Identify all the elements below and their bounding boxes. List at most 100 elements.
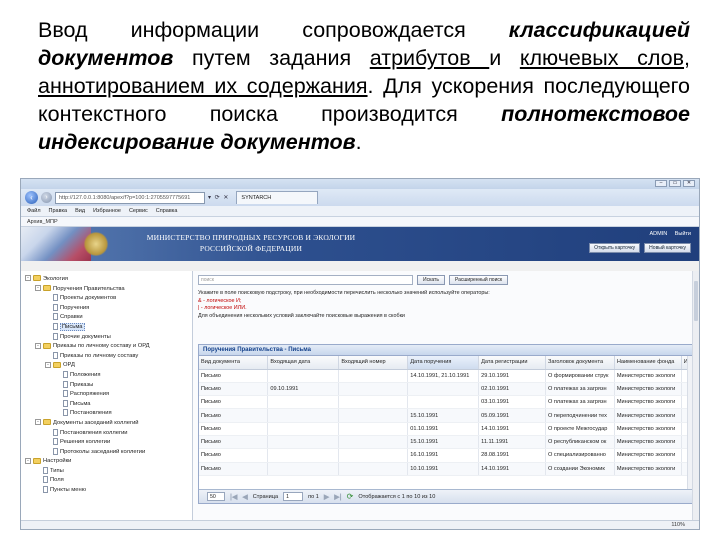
column-header[interactable]: Входящая дата: [267, 356, 340, 370]
table-row[interactable]: Письмо 15.10.1991 05.09.1991 О переподчинен…: [199, 408, 695, 423]
collapse-toggle-icon[interactable]: -: [35, 285, 41, 292]
document-icon: [53, 447, 58, 455]
favorite-link[interactable]: Архив_МПР: [27, 219, 58, 225]
refresh-icon[interactable]: ⟳: [347, 492, 354, 501]
tree-item[interactable]: Прочие документы: [23, 332, 190, 343]
menu-edit[interactable]: Правка: [49, 208, 68, 214]
tree-item[interactable]: - Поручения Правительства: [23, 285, 190, 295]
next-page-icon[interactable]: ▶: [324, 493, 329, 501]
new-card-button[interactable]: Новый карточку: [644, 243, 691, 253]
scroll-thumb[interactable]: [694, 281, 698, 321]
tree-item[interactable]: - Приказы по личному составу и ОРД: [23, 342, 190, 352]
table-row[interactable]: Письмо 10.10.1991 14.10.1991 О создании Эко…: [199, 462, 695, 476]
tree-item[interactable]: Письма: [23, 322, 190, 333]
back-button[interactable]: ‹: [25, 191, 38, 204]
tree-item[interactable]: - Документы заседаний коллегий: [23, 419, 190, 429]
minimize-button[interactable]: –: [655, 180, 667, 187]
tree-item[interactable]: Решения коллегии: [23, 438, 190, 448]
table-cell: [338, 435, 409, 450]
prev-page-icon[interactable]: ◀: [242, 493, 247, 501]
folder-icon: [43, 342, 51, 349]
last-page-icon[interactable]: ▶|: [334, 493, 341, 501]
collapse-toggle-icon[interactable]: -: [35, 342, 41, 349]
logout-link[interactable]: Выйти: [675, 231, 691, 237]
tree-item[interactable]: Пункты меню: [23, 486, 190, 496]
table-row[interactable]: Письмо 09.10.1991 02.10.1991 О платежах за …: [199, 382, 695, 397]
menu-favorites[interactable]: Избранное: [93, 208, 121, 214]
table-row[interactable]: Письмо 01.10.1991 14.10.1991 О проекте Межг…: [199, 422, 695, 436]
table-cell: Министерство экологи: [614, 462, 682, 476]
tree-item[interactable]: Постановления: [23, 409, 190, 419]
table-cell: Письмо: [199, 422, 269, 436]
zoom-level[interactable]: 110%: [671, 522, 685, 528]
tree-item[interactable]: - Настройки: [23, 457, 190, 467]
forward-button[interactable]: ›: [41, 192, 52, 203]
collapse-toggle-icon[interactable]: -: [35, 419, 41, 426]
page-size-select[interactable]: 50: [207, 492, 225, 501]
site-banner: МИНИСТЕРСТВО ПРИРОДНЫХ РЕСУРСОВ И ЭКОЛОГ…: [21, 227, 699, 261]
tree-item[interactable]: Поручения: [23, 303, 190, 314]
folder-icon: [33, 275, 41, 282]
table-row[interactable]: Письмо 14.10.1991, 21.10.1991 29.10.1991 О …: [199, 369, 695, 383]
folder-icon: [53, 361, 61, 368]
folder-icon: [43, 285, 51, 292]
tree-item[interactable]: Справки: [23, 313, 190, 323]
menu-tools[interactable]: Сервис: [129, 208, 148, 214]
menu-view[interactable]: Вид: [75, 208, 85, 214]
column-header[interactable]: Наименование фонда: [614, 356, 682, 370]
column-header[interactable]: Заголовок документа: [545, 356, 615, 370]
tree-item[interactable]: Положения: [23, 370, 190, 381]
column-header[interactable]: Дата поручения: [407, 356, 480, 370]
table-cell: [338, 395, 409, 410]
search-input[interactable]: поиск: [198, 275, 413, 285]
table-cell: [407, 395, 480, 410]
tree-item-label: Положения: [70, 371, 101, 378]
browser-tab[interactable]: SYNTARCH: [236, 191, 319, 204]
table-cell: [338, 369, 409, 383]
table-cell: [267, 462, 340, 476]
menu-file[interactable]: Файл: [27, 208, 41, 214]
column-header[interactable]: Вид документа: [199, 356, 269, 370]
column-header[interactable]: Входящий номер: [338, 356, 409, 370]
table-row[interactable]: Письмо 03.10.1991 О платежах за загрязн Мин…: [199, 395, 695, 410]
table-row[interactable]: Письмо 15.10.1991 11.11.1991 О республиканс…: [199, 435, 695, 450]
text-segment: путем задания: [173, 46, 370, 70]
tree-item-label: Приказы по личному составу и ОРД: [53, 343, 150, 350]
table-cell: 10.10.1991: [407, 462, 480, 476]
table-cell: [338, 422, 409, 436]
collapse-toggle-icon[interactable]: -: [25, 457, 31, 464]
tree-item[interactable]: Типы: [23, 466, 190, 477]
first-page-icon[interactable]: |◀: [230, 493, 237, 501]
collapse-toggle-icon[interactable]: -: [45, 361, 51, 368]
open-card-button[interactable]: Открыть карточку: [589, 243, 641, 253]
tree-item[interactable]: Проекты документов: [23, 294, 190, 304]
close-button[interactable]: ✕: [683, 180, 695, 187]
tree-item[interactable]: - Экология: [23, 275, 190, 285]
menu-help[interactable]: Справка: [156, 208, 178, 214]
tree-item[interactable]: Постановления коллегии: [23, 428, 190, 439]
page-scrollbar[interactable]: [692, 271, 699, 520]
tree-item-label: Поручения: [60, 304, 90, 311]
advanced-search-button[interactable]: Расширенный поиск: [448, 275, 509, 285]
url-field[interactable]: http://127.0.0.1:8080/apex/f?p=100:1:270…: [55, 191, 205, 204]
search-button[interactable]: Искать: [417, 275, 445, 285]
tree-item[interactable]: Протоколы заседаний коллегии: [23, 447, 190, 458]
tree-item-label: Письма: [60, 323, 85, 331]
tree-item-label: Поля: [50, 477, 64, 484]
tree-item[interactable]: Приказы: [23, 380, 190, 391]
address-bar: ‹ › http://127.0.0.1:8080/apex/f?p=100:1…: [21, 189, 699, 206]
tree-item[interactable]: - ОРД: [23, 361, 190, 371]
url-tools-icon[interactable]: ▾ ⟳ ✕: [208, 194, 229, 201]
table-row[interactable]: Письмо 16.10.1991 28.08.1991 О специализиро…: [199, 448, 695, 463]
table-cell: 05.09.1991: [478, 408, 546, 423]
collapse-toggle-icon[interactable]: -: [25, 275, 31, 282]
maximize-button[interactable]: ▭: [669, 180, 681, 187]
column-header[interactable]: Дата регистрации: [478, 356, 546, 370]
page-input[interactable]: 1: [283, 492, 304, 501]
tree-item[interactable]: Поля: [23, 476, 190, 486]
tree-item[interactable]: Письма: [23, 399, 190, 410]
tree-item[interactable]: Распоряжения: [23, 390, 190, 400]
document-icon: [53, 438, 58, 446]
tree-item[interactable]: Приказы по личному составу: [23, 351, 190, 362]
